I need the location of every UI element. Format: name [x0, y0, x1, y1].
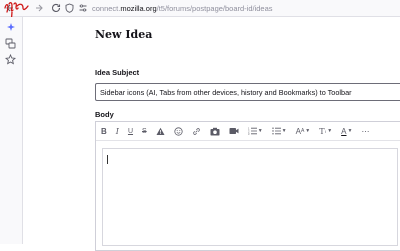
page-content: New Idea Idea Subject Body B I U S [23, 17, 400, 251]
video-icon[interactable] [229, 125, 239, 137]
url-bar[interactable]: connect.mozilla.org/t5/forums/postpage/b… [64, 2, 273, 14]
text-color-icon[interactable]: A ▼ [341, 125, 352, 137]
browser-sidebar [0, 17, 23, 244]
svg-text:3: 3 [248, 132, 250, 135]
ai-sparkle-icon[interactable] [4, 20, 17, 33]
bookmark-star-icon[interactable] [4, 53, 17, 66]
shield-icon[interactable] [64, 3, 74, 13]
emoji-icon[interactable] [174, 125, 183, 137]
body-label: Body [95, 110, 114, 119]
chevron-down-icon[interactable]: ▼ [282, 128, 287, 134]
numbered-list-icon[interactable]: 123 ▼ [248, 125, 263, 137]
photo-icon[interactable] [210, 125, 220, 137]
url-text: connect.mozilla.org/t5/forums/postpage/b… [92, 4, 273, 13]
more-icon[interactable]: ⋯ [361, 125, 369, 137]
url-host: mozilla.org [120, 3, 157, 13]
url-prefix: connect. [92, 3, 121, 13]
browser-toolbar: connect.mozilla.org/t5/forums/postpage/b… [0, 0, 400, 17]
text-cursor [107, 155, 108, 164]
chevron-down-icon[interactable]: ▼ [258, 128, 263, 134]
reload-icon[interactable] [50, 2, 62, 14]
strikethrough-icon[interactable]: S [142, 125, 147, 137]
editor-toolbar: B I U S 123 ▼ ▼ A A ▼ T I ▼ A ▼ ⋯ [96, 122, 400, 141]
italic-icon[interactable]: I [116, 125, 119, 137]
spoiler-icon[interactable] [156, 125, 165, 137]
forward-icon[interactable] [33, 2, 45, 14]
chevron-down-icon[interactable]: ▼ [348, 128, 353, 134]
page-title: New Idea [95, 28, 153, 41]
page-icon[interactable] [78, 3, 88, 13]
font-size-icon[interactable]: AA ▼ [296, 125, 311, 137]
bullet-list-icon[interactable]: ▼ [271, 125, 287, 137]
paragraph-style-icon[interactable]: TI ▼ [319, 125, 332, 137]
idea-subject-input[interactable] [95, 83, 400, 101]
chevron-down-icon[interactable]: ▼ [305, 128, 310, 134]
bold-icon[interactable]: B [101, 125, 107, 137]
url-path: /t5/forums/postpage/board-id/ideas [156, 3, 273, 13]
synced-tabs-icon[interactable] [4, 37, 17, 50]
body-text-area[interactable] [102, 148, 398, 246]
rich-text-editor: B I U S 123 ▼ ▼ A A ▼ T I ▼ A ▼ ⋯ [95, 121, 400, 251]
chevron-down-icon[interactable]: ▼ [327, 128, 332, 134]
underline-icon[interactable]: U [128, 125, 133, 137]
link-icon[interactable] [192, 125, 201, 137]
idea-subject-label: Idea Subject [95, 68, 140, 77]
